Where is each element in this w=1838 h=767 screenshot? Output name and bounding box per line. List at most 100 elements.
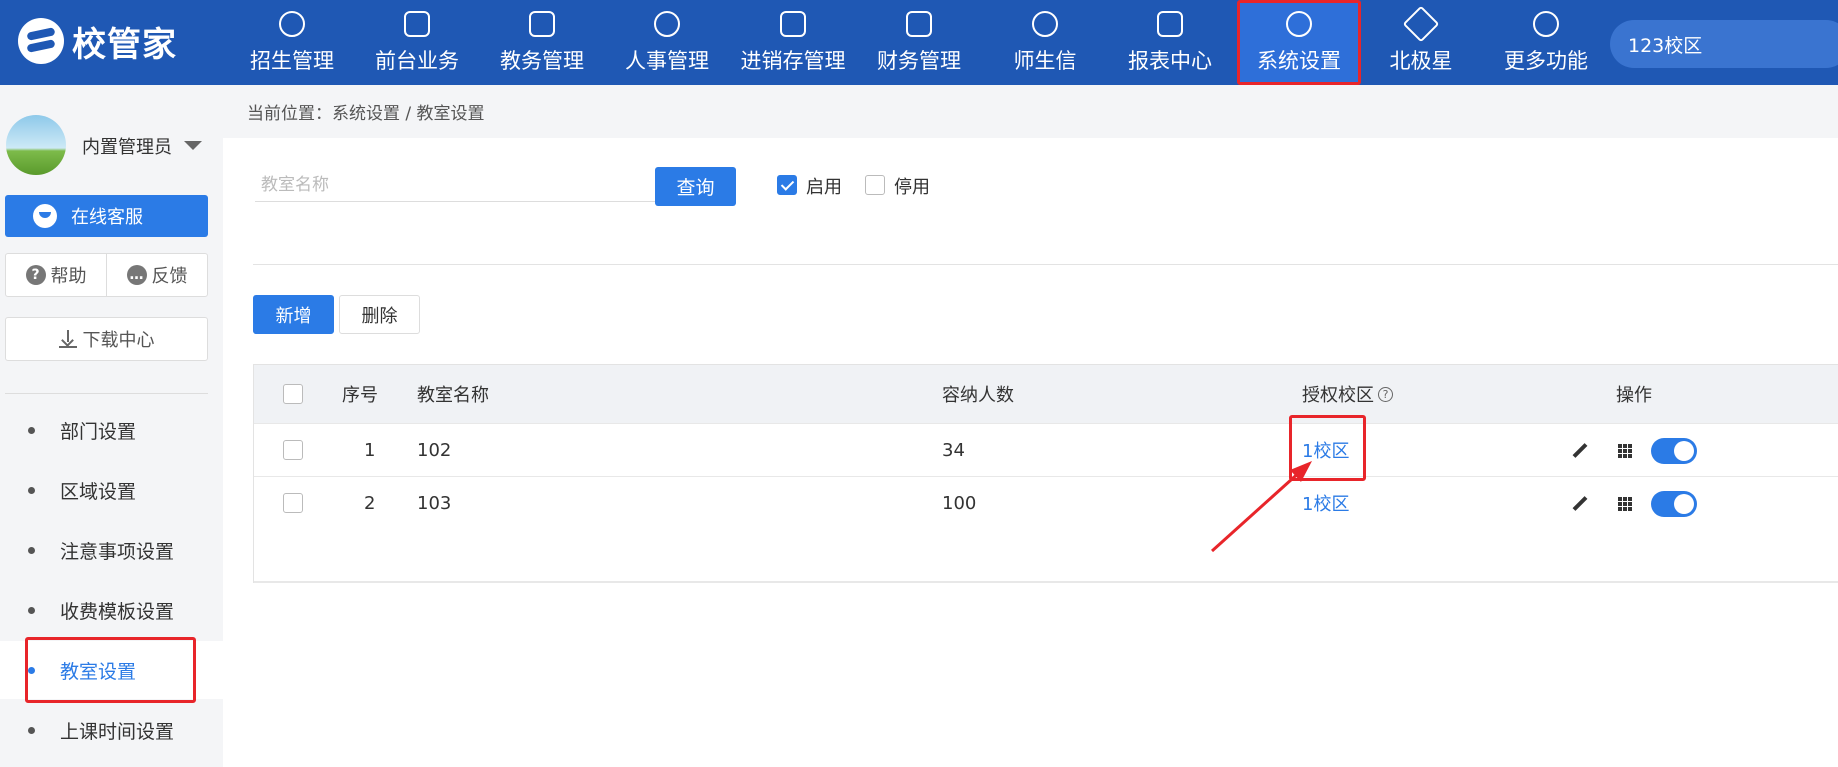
select-all-checkbox[interactable] <box>283 384 303 404</box>
nav-item-finance[interactable]: 财务管理 <box>857 0 981 85</box>
classroom-name-input[interactable] <box>255 168 655 202</box>
add-label: 新增 <box>275 305 312 327</box>
nav-item-academic[interactable]: 教务管理 <box>480 0 604 85</box>
row-campus-link[interactable]: 1校区 <box>1302 477 1349 529</box>
enable-toggle[interactable] <box>1651 491 1697 517</box>
arrow-box-icon <box>780 10 806 37</box>
row-index: 2 <box>364 492 376 514</box>
row-capacity: 100 <box>942 492 977 514</box>
table-row: 2 103 100 1校区 <box>254 476 1838 529</box>
question-icon: ? <box>25 265 46 285</box>
help-label: 帮助 <box>50 266 87 287</box>
enabled-checkbox[interactable] <box>777 175 797 195</box>
query-button[interactable]: 查询 <box>655 167 736 206</box>
download-center-button[interactable]: 下载中心 <box>5 317 208 361</box>
logo[interactable]: 校管家 <box>18 16 177 66</box>
header-capacity: 容纳人数 <box>942 385 1014 406</box>
settings-icon <box>1286 10 1312 37</box>
enable-toggle[interactable] <box>1651 438 1697 464</box>
user-name[interactable]: 内置管理员 <box>82 133 172 159</box>
nav-label: 财务管理 <box>877 48 961 73</box>
nav-label: 师生信 <box>1013 48 1077 73</box>
logo-text: 校管家 <box>72 24 177 65</box>
row-select-cell <box>283 424 303 476</box>
menu-label: 区域设置 <box>60 480 137 503</box>
edit-icon[interactable] <box>1572 443 1588 459</box>
row-name: 103 <box>417 492 452 514</box>
nav-item-hr[interactable]: 人事管理 <box>605 0 729 85</box>
breadcrumb-text: 当前位置：系统设置 / 教室设置 <box>247 104 485 124</box>
row-capacity: 34 <box>942 439 965 461</box>
sidebar: 内置管理员 在线客服 ? 帮助 … 反馈 下载中心 部门设置 区域设置 注意事项… <box>0 85 223 767</box>
header-name: 教室名称 <box>417 385 489 406</box>
sidebar-divider <box>5 393 208 394</box>
campus-selector[interactable]: 123校区 <box>1610 20 1838 68</box>
select-all-cell <box>283 365 303 423</box>
nav-item-messaging[interactable]: 师生信 <box>983 0 1107 85</box>
star-icon <box>1402 5 1440 42</box>
feedback-label: 反馈 <box>151 266 188 287</box>
person-icon <box>654 10 680 37</box>
menu-label: 上课时间设置 <box>60 720 175 743</box>
book-icon <box>529 10 555 37</box>
disabled-checkbox[interactable] <box>865 175 885 195</box>
nav-item-more[interactable]: 更多功能 <box>1484 0 1608 85</box>
sidebar-item-class-time[interactable]: 上课时间设置 <box>0 701 223 759</box>
nav-label: 进销存管理 <box>740 48 846 73</box>
nav-item-polaris[interactable]: 北极星 <box>1359 0 1483 85</box>
sidebar-item-region[interactable]: 区域设置 <box>0 461 223 519</box>
row-checkbox[interactable] <box>283 440 303 460</box>
online-support-label: 在线客服 <box>71 207 143 228</box>
top-navigation-bar: 校管家 招生管理 前台业务 教务管理 人事管理 进销存管理 财务管理 师生信 报… <box>0 0 1838 85</box>
chat-bubble-icon: … <box>126 265 147 285</box>
avatar[interactable] <box>6 115 66 175</box>
chart-icon <box>1157 10 1183 37</box>
support-icon <box>33 204 57 228</box>
caret-down-icon[interactable] <box>184 141 202 150</box>
nav-label: 更多功能 <box>1504 48 1588 73</box>
table-footer-line <box>254 581 1838 583</box>
delete-label: 删除 <box>361 305 398 327</box>
nav-item-front-desk[interactable]: 前台业务 <box>355 0 479 85</box>
row-index: 1 <box>364 439 376 461</box>
row-checkbox[interactable] <box>283 493 303 513</box>
menu-label: 收费模板设置 <box>60 600 175 623</box>
row-name: 102 <box>417 439 452 461</box>
highlight-box <box>1289 415 1366 481</box>
edit-icon[interactable] <box>1572 496 1588 512</box>
sidebar-item-fee-template[interactable]: 收费模板设置 <box>0 581 223 639</box>
sidebar-item-department[interactable]: 部门设置 <box>0 401 223 459</box>
header-index: 序号 <box>342 385 378 406</box>
nav-label: 教务管理 <box>500 48 584 73</box>
nav-item-inventory[interactable]: 进销存管理 <box>731 0 855 85</box>
help-icon[interactable]: ? <box>1378 386 1393 402</box>
row-select-cell <box>283 477 303 529</box>
sidebar-item-notices[interactable]: 注意事项设置 <box>0 521 223 579</box>
nav-item-system-settings[interactable]: 系统设置 <box>1237 0 1361 85</box>
nav-label: 前台业务 <box>375 48 459 73</box>
online-support-button[interactable]: 在线客服 <box>5 195 208 237</box>
download-icon <box>58 330 77 348</box>
nav-item-reports[interactable]: 报表中心 <box>1108 0 1232 85</box>
menu-label: 注意事项设置 <box>60 540 175 563</box>
help-button[interactable]: ? 帮助 <box>6 254 106 296</box>
document-icon <box>404 10 430 37</box>
grid-icon[interactable] <box>1618 444 1632 458</box>
logo-icon <box>18 18 64 64</box>
nav-label: 招生管理 <box>250 48 334 73</box>
query-label: 查询 <box>676 177 715 199</box>
nav-label: 北极星 <box>1389 48 1453 73</box>
nav-label: 人事管理 <box>625 48 709 73</box>
nav-item-enrollment[interactable]: 招生管理 <box>230 0 354 85</box>
table-row: 1 102 34 1校区 <box>254 423 1838 476</box>
sidebar-item-classroom[interactable]: 教室设置 <box>0 637 223 703</box>
person-add-icon <box>279 10 305 37</box>
grid-icon[interactable] <box>1618 497 1632 511</box>
feedback-button[interactable]: … 反馈 <box>106 254 207 296</box>
download-center-label: 下载中心 <box>82 330 155 351</box>
delete-button[interactable]: 删除 <box>339 295 420 334</box>
yen-shield-icon <box>906 10 932 37</box>
header-ops: 操作 <box>1616 385 1652 406</box>
table-header: 序号 教室名称 容纳人数 授权校区 ? 操作 <box>254 365 1838 423</box>
add-button[interactable]: 新增 <box>253 295 334 334</box>
